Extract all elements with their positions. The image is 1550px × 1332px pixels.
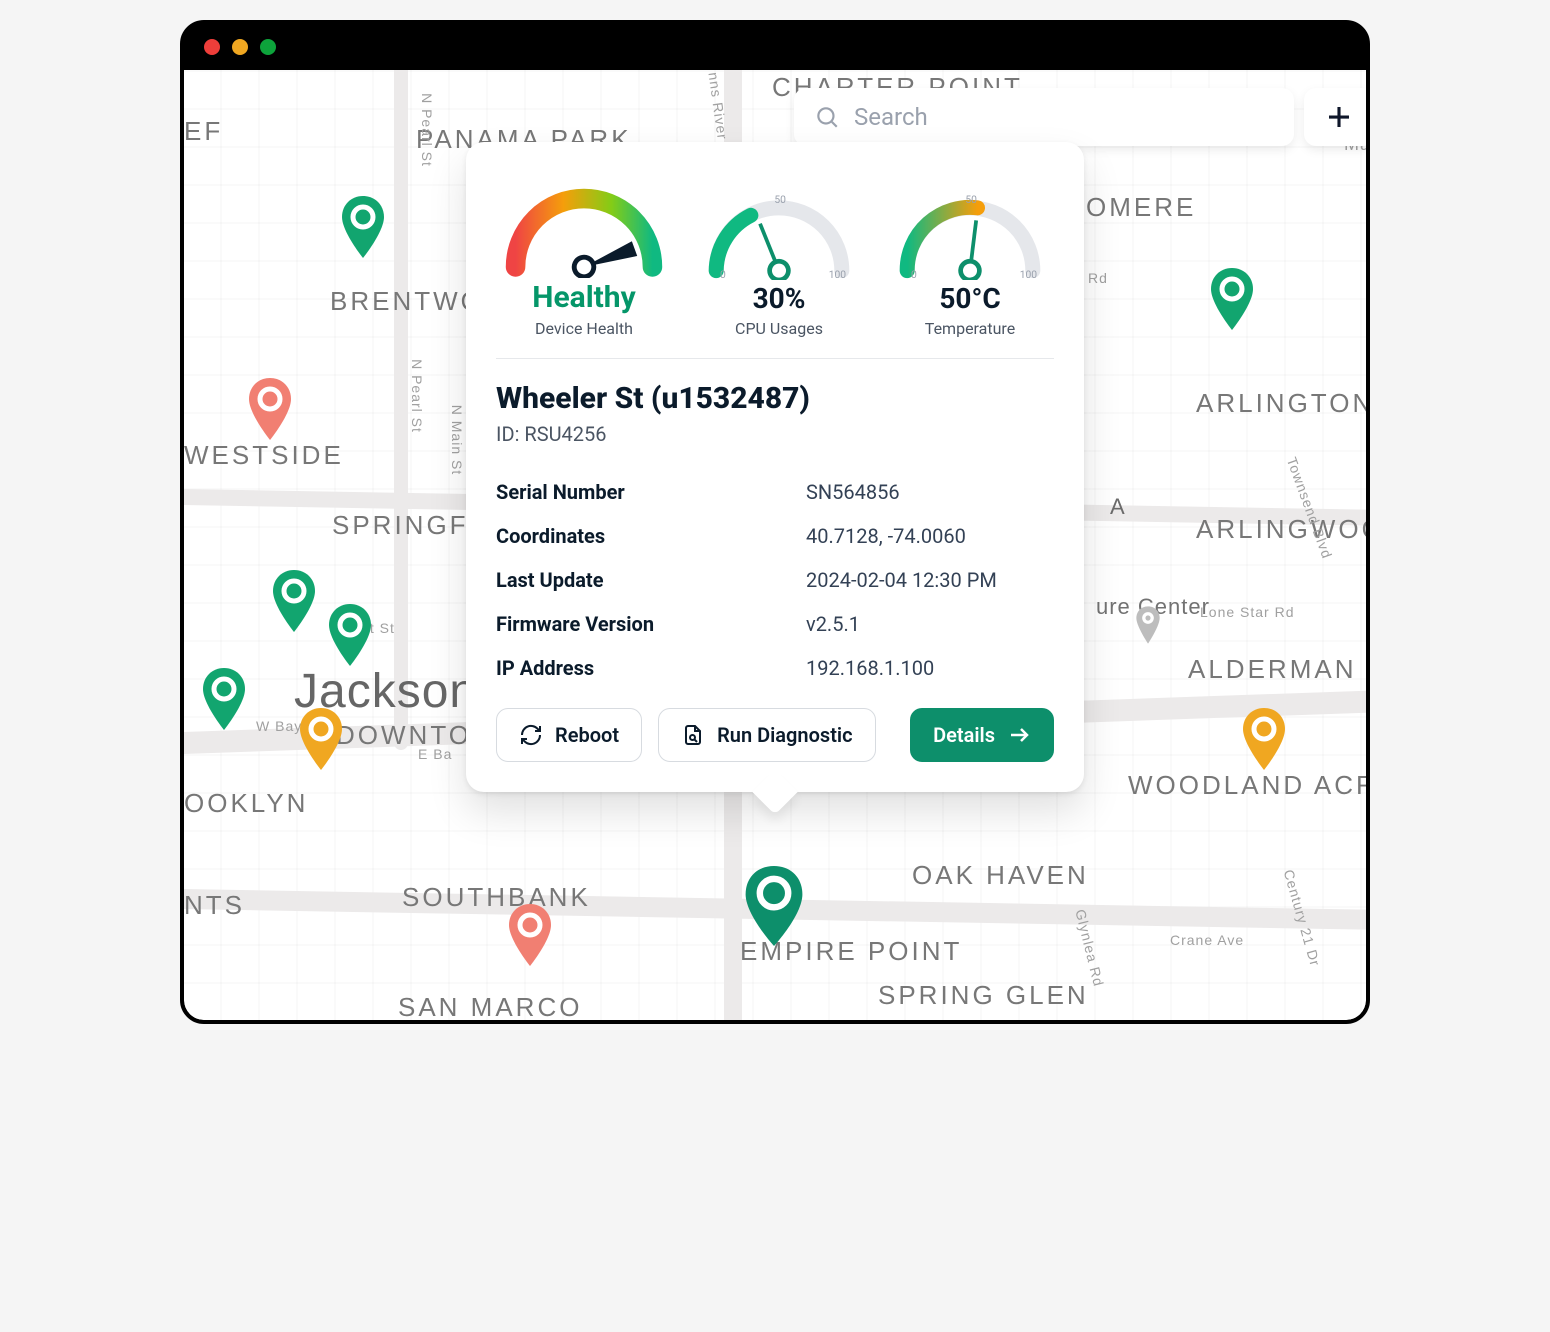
map-area-label: WESTSIDE [184, 440, 344, 471]
fact-row: IP Address192.168.1.100 [496, 646, 1054, 690]
map-pin-orange[interactable] [297, 708, 345, 770]
refresh-icon [519, 723, 543, 747]
reboot-button[interactable]: Reboot [496, 708, 642, 762]
search-input[interactable]: Search [794, 88, 1294, 146]
fact-row: Firmware Versionv2.5.1 [496, 602, 1054, 646]
svg-text:0: 0 [720, 268, 726, 280]
device-id: ID: RSU4256 [496, 422, 1054, 446]
gauge-cpu: 0 50 100 30% CPU Usages [695, 190, 863, 338]
map-road-label: N Main St [449, 405, 465, 475]
map-area-label: WOODLAND ACRES [1128, 770, 1366, 801]
map-road-label: E Ba [418, 746, 452, 762]
gauge-temp-value: 50°C [886, 282, 1054, 315]
diagnostic-button[interactable]: Run Diagnostic [658, 708, 875, 762]
map-area-label: OMERE [1086, 192, 1196, 223]
window-titlebar [184, 24, 1366, 70]
map-area-label: SPRING GLEN [878, 980, 1089, 1011]
window-zoom-icon[interactable] [260, 39, 276, 55]
map-pin-green[interactable] [339, 196, 387, 258]
map-pin-selected[interactable] [743, 866, 805, 946]
search-placeholder: Search [854, 103, 928, 131]
svg-text:100: 100 [1020, 268, 1038, 280]
add-button[interactable] [1304, 88, 1366, 146]
fact-row: Last Update2024-02-04 12:30 PM [496, 558, 1054, 602]
map-area-label: OAK HAVEN [912, 860, 1089, 891]
map-area-label: ARLINGWOOD [1196, 514, 1366, 545]
map-viewport[interactable]: CHARTER POINT PANAMA PARK EF BRENTWOOD W… [184, 70, 1366, 1020]
details-button[interactable]: Details [910, 708, 1054, 762]
road [394, 70, 408, 750]
gauge-health-caption: Device Health [496, 319, 672, 338]
map-road-label: Crane Ave [1170, 932, 1244, 948]
window-minimize-icon[interactable] [232, 39, 248, 55]
map-road-label: N Pearl St [419, 93, 435, 167]
gauge-temp-caption: Temperature [886, 319, 1054, 338]
map-area-label: ALDERMAN PARK [1188, 654, 1366, 685]
map-pin-green[interactable] [326, 604, 374, 666]
map-road-label: Rd [1088, 270, 1108, 286]
map-area-label: SPRINGF [332, 510, 469, 541]
map-area-label: EF [184, 116, 223, 147]
reboot-label: Reboot [555, 723, 619, 747]
gauge-health: Healthy Device Health [496, 168, 672, 338]
window-close-icon[interactable] [204, 39, 220, 55]
svg-text:0: 0 [911, 268, 917, 280]
map-area-label: OOKLYN [184, 788, 308, 819]
gauge-temp: 0 50 100 50°C Temperature [886, 190, 1054, 338]
map-area-label: SOUTHBANK [402, 882, 591, 913]
map-area-label: ARLINGTON H [1196, 388, 1366, 419]
gauge-cpu-caption: CPU Usages [695, 319, 863, 338]
map-pin-green[interactable] [200, 668, 248, 730]
map-pin-green[interactable] [270, 570, 318, 632]
map-road-label: N Pearl St [409, 359, 425, 433]
device-title: Wheeler St (u1532487) [496, 381, 1054, 416]
details-label: Details [933, 723, 995, 747]
map-pin-green[interactable] [1208, 268, 1256, 330]
svg-text:50: 50 [774, 193, 786, 206]
gauge-health-value: Healthy [496, 280, 672, 315]
device-facts: Serial NumberSN564856 Coordinates40.7128… [496, 470, 1054, 690]
diagnostic-label: Run Diagnostic [717, 723, 852, 747]
map-road-label: Lone Star Rd [1200, 604, 1295, 620]
gauge-cpu-value: 30% [695, 282, 863, 315]
app-window: CHARTER POINT PANAMA PARK EF BRENTWOOD W… [180, 20, 1370, 1024]
svg-text:100: 100 [829, 268, 847, 280]
file-search-icon [681, 723, 705, 747]
poi-icon [1134, 606, 1162, 644]
arrow-right-icon [1007, 723, 1031, 747]
device-popup-card: Healthy Device Health 0 50 100 [466, 142, 1084, 792]
map-pin-red[interactable] [506, 904, 554, 966]
svg-text:50: 50 [965, 193, 977, 206]
actions-row: Reboot Run Diagnostic Details [496, 708, 1054, 762]
map-text: A [1110, 494, 1126, 520]
gauges-row: Healthy Device Health 0 50 100 [496, 168, 1054, 359]
map-area-label: NTS [184, 890, 245, 921]
map-pin-orange[interactable] [1240, 708, 1288, 770]
map-area-label: SAN MARCO [398, 992, 582, 1020]
search-icon [814, 104, 840, 130]
fact-row: Coordinates40.7128, -74.0060 [496, 514, 1054, 558]
map-pin-red[interactable] [246, 378, 294, 440]
plus-icon [1324, 102, 1354, 132]
fact-row: Serial NumberSN564856 [496, 470, 1054, 514]
